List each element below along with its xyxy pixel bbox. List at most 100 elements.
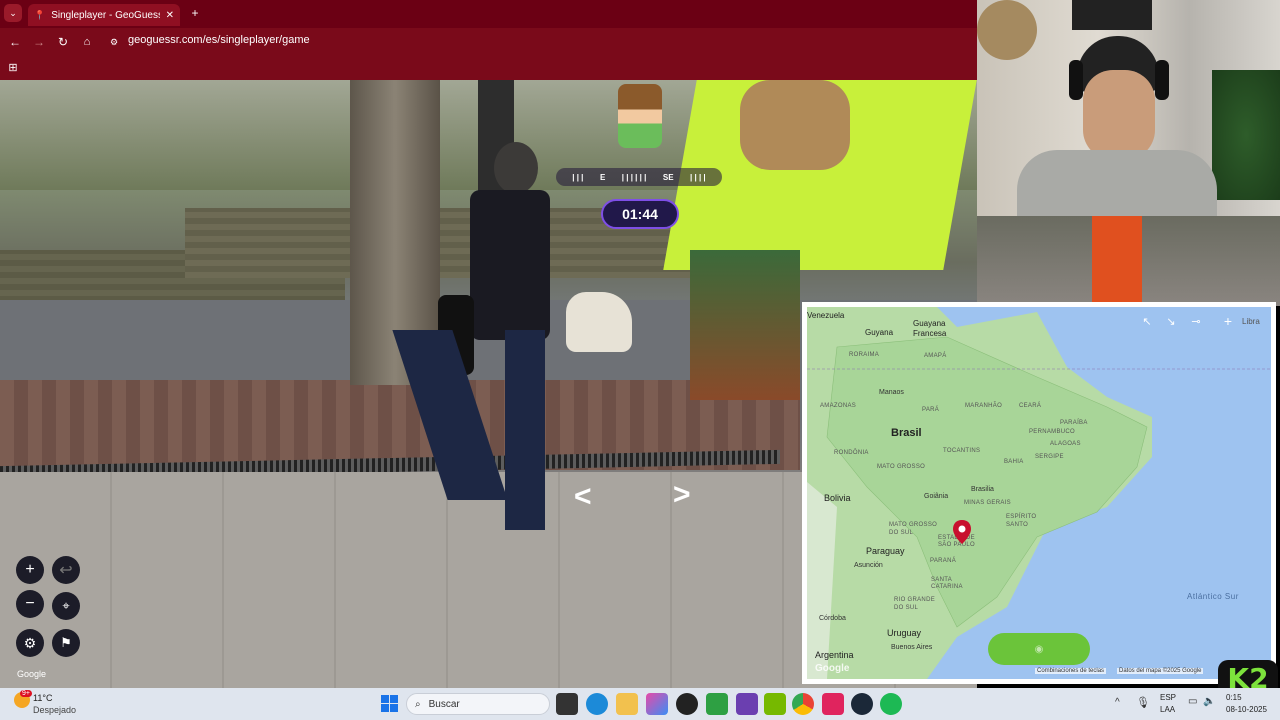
tray-overflow-icon[interactable]: ^ — [1115, 697, 1120, 708]
tab-close-button[interactable]: ✕ — [166, 10, 174, 21]
map-attribution: Datos del mapa ©2025 Google — [1117, 668, 1204, 674]
tab-active[interactable]: 📍 Singleplayer - GeoGuessr ✕ — [28, 4, 180, 26]
label-minas-gerais: MINAS GERAIS — [964, 500, 1011, 506]
label-pernambuco: PERNAMBUCO — [1029, 429, 1076, 435]
city-goiania: Goiânia — [924, 493, 949, 500]
taskbar — [0, 688, 1280, 720]
undo-move-icon[interactable]: ↩ — [52, 556, 80, 584]
zoom-out-button[interactable]: − — [16, 590, 44, 618]
label-paraiba: PARAÍBA — [1060, 420, 1088, 426]
spotify-icon[interactable] — [880, 693, 902, 715]
player-avatar — [618, 84, 662, 148]
street-view-right-strip — [977, 216, 1280, 306]
plant — [1212, 70, 1280, 200]
home-icon[interactable]: ⌂ — [80, 35, 94, 49]
weather-temp: 11°C — [33, 693, 53, 703]
label-espirito-santo: ESPÍRITO SANTO — [1006, 514, 1037, 528]
apps-grid-icon[interactable]: ⊞ — [6, 60, 20, 74]
city-cordoba: Córdoba — [819, 615, 846, 622]
dog — [566, 292, 632, 352]
xbox-icon[interactable] — [706, 693, 728, 715]
label-venezuela: Venezuela — [807, 311, 845, 320]
map-pin-toggle-icon[interactable]: ⊸ — [1187, 312, 1205, 330]
microphone-icon[interactable]: 🎙 — [1136, 696, 1150, 709]
copilot-icon[interactable] — [646, 693, 668, 715]
headset-left — [1069, 60, 1083, 100]
compass-bar: | | | E | | | | | | SE | | | | — [556, 168, 722, 186]
steam-icon[interactable] — [851, 693, 873, 715]
file-explorer-icon[interactable] — [616, 693, 638, 715]
map-shortcuts-link[interactable]: Combinaciones de teclas — [1035, 668, 1107, 674]
nvidia-icon[interactable] — [764, 693, 786, 715]
back-icon[interactable]: ← — [8, 35, 22, 49]
label-parana: PARANÁ — [930, 558, 957, 564]
man-head — [494, 142, 538, 194]
clock-date[interactable]: 08-10-2025 — [1226, 705, 1267, 714]
network-icon[interactable]: ▭ — [1188, 696, 1197, 707]
arrow-right-icon[interactable]: > — [673, 478, 691, 512]
shelf — [1072, 0, 1152, 30]
map-zoom-in-icon[interactable]: + — [1219, 312, 1237, 330]
cart-side — [690, 250, 800, 400]
tiktok-icon[interactable] — [822, 693, 844, 715]
edge-icon[interactable] — [586, 693, 608, 715]
map-google-logo: Google — [815, 663, 850, 674]
label-mato-grosso: MATO GROSSO — [877, 464, 926, 470]
volume-icon[interactable]: 🔈 — [1203, 696, 1215, 707]
new-tab-button[interactable]: + — [188, 6, 202, 20]
streamer-shirt — [1017, 150, 1217, 216]
clock-time[interactable]: 0:15 — [1226, 693, 1242, 702]
city-asuncion: Asunción — [854, 562, 883, 569]
map-shrink-icon[interactable]: ↖ — [1138, 312, 1156, 330]
arrow-left-icon[interactable]: < — [574, 480, 592, 514]
map-land-svg — [807, 307, 1271, 679]
label-argentina: Argentina — [815, 650, 854, 660]
zoom-in-button[interactable]: + — [16, 556, 44, 584]
return-to-start-icon[interactable]: ⌖ — [52, 592, 80, 620]
search-icon: ⌕ — [415, 698, 421, 710]
city-manaus: Manaos — [879, 389, 904, 396]
stuffed-toy — [740, 80, 850, 170]
label-rondonia: RONDÔNIA — [834, 450, 869, 456]
compass-east: E — [599, 172, 606, 182]
game-launcher-icon[interactable] — [736, 693, 758, 715]
city-brasilia: Brasilia — [971, 486, 994, 493]
pin-favicon-icon: 📍 — [34, 9, 46, 20]
site-info-icon[interactable]: ⚙ — [108, 36, 120, 48]
label-brasil: Brasil — [891, 427, 922, 439]
label-amapa: AMAPÁ — [924, 353, 947, 359]
label-ocean: Atlántico Sur — [1187, 592, 1239, 601]
url-field[interactable]: geoguessr.com/es/singleplayer/game — [128, 34, 310, 46]
github-icon[interactable] — [676, 693, 698, 715]
task-view-icon[interactable] — [556, 693, 578, 715]
taskbar-search[interactable]: ⌕ Buscar — [406, 693, 550, 715]
label-roraima: RORAIMA — [849, 352, 880, 358]
label-mato-grosso-do-sul: MATO GROSSO DO SUL — [889, 522, 938, 536]
label-ceara: CEARÁ — [1019, 403, 1042, 409]
map-corner-label: Libra — [1242, 317, 1260, 326]
flag-icon[interactable]: ⚑ — [52, 629, 80, 657]
guess-map[interactable]: Venezuela Guyana Guayana Francesa Brasil… — [807, 307, 1271, 679]
round-timer: 01:44 — [601, 199, 679, 229]
orange-worker — [1092, 216, 1142, 306]
compass-southeast: SE — [662, 172, 674, 182]
label-tocantins: TOCANTINS — [943, 448, 981, 454]
bookmarks-bar — [0, 56, 977, 80]
reload-icon[interactable]: ↻ — [56, 35, 70, 49]
windows-start-icon[interactable] — [381, 695, 398, 712]
settings-gear-icon[interactable]: ⚙ — [16, 629, 44, 657]
label-guyana: Guyana — [865, 328, 894, 337]
map-expand-icon[interactable]: ↘ — [1162, 312, 1180, 330]
label-alagoas: ALAGOAS — [1050, 441, 1081, 447]
guess-button[interactable]: ◉ — [988, 633, 1090, 665]
label-santa-catarina: SANTA CATARINA — [931, 577, 963, 590]
language-bottom[interactable]: LAA — [1160, 705, 1175, 714]
language-top[interactable]: ESP — [1160, 693, 1176, 702]
forward-icon[interactable]: → — [32, 35, 46, 49]
chrome-icon[interactable] — [792, 693, 814, 715]
notification-badge: 9+ — [20, 690, 32, 697]
label-uruguay: Uruguay — [887, 628, 922, 638]
tab-search-chevron-icon[interactable]: ⌄ — [4, 4, 22, 22]
search-placeholder: Buscar — [428, 698, 460, 710]
google-watermark: Google — [17, 669, 47, 679]
